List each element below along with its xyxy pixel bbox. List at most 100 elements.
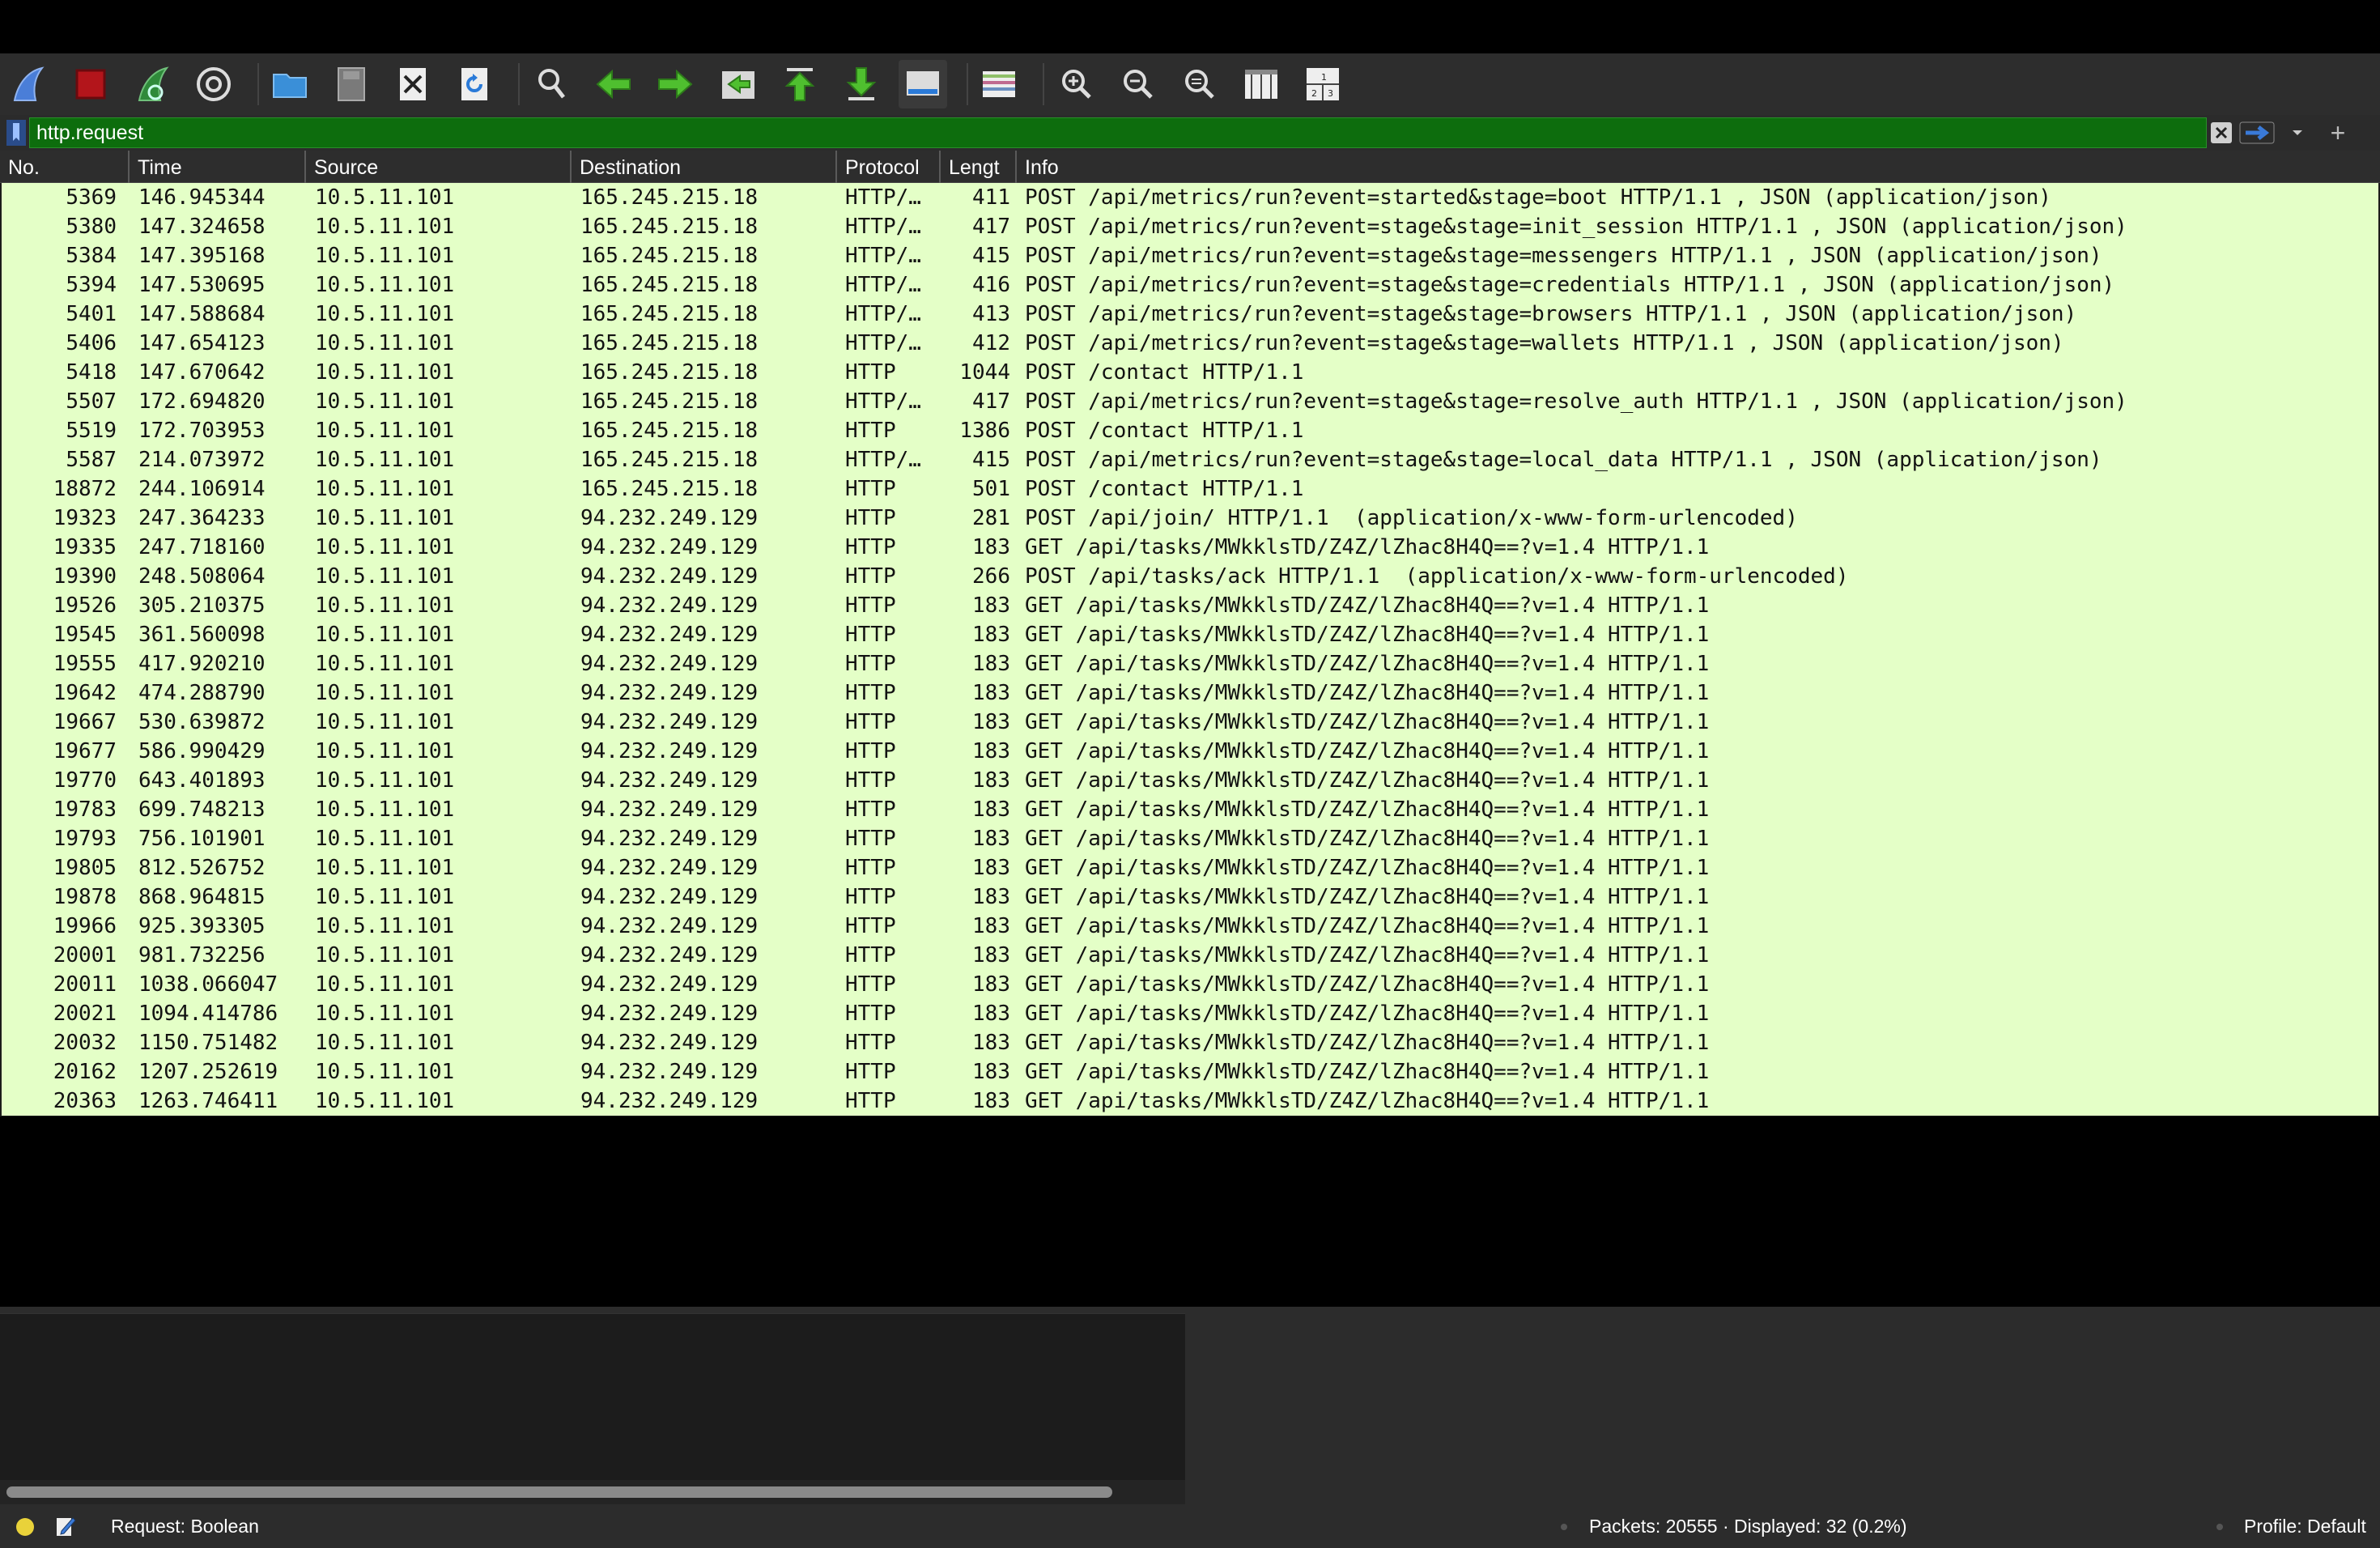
- filter-history-chevron-down-icon[interactable]: [2288, 123, 2307, 142]
- cell-length: 183: [972, 535, 1010, 559]
- restart-capture-icon[interactable]: [128, 60, 176, 108]
- packet-row[interactable]: 5519 172.703953 10.5.11.101 165.245.215.18 H…: [2, 416, 2378, 445]
- packet-row[interactable]: 19390 248.508064 10.5.11.101 94.232.249.129…: [2, 562, 2378, 591]
- packet-row[interactable]: 5380 147.324658 10.5.11.101 165.245.215.18 H…: [2, 212, 2378, 241]
- cell-info: GET /api/tasks/MWkklsTD/Z4Z/lZhac8H4Q==?…: [1025, 797, 1710, 822]
- cell-destination: 165.245.215.18: [580, 419, 759, 443]
- save-file-icon[interactable]: [327, 60, 376, 108]
- cell-protocol: HTTP: [845, 419, 896, 443]
- cell-length: 411: [972, 185, 1010, 210]
- horizontal-scrollbar[interactable]: [0, 1480, 1185, 1504]
- packet-details-pane[interactable]: [0, 1313, 1185, 1491]
- status-packet-count: Packets: 20555 · Displayed: 32 (0.2%): [1589, 1516, 1907, 1537]
- cell-destination: 94.232.249.129: [580, 593, 759, 618]
- add-filter-button-plus-icon[interactable]: +: [2323, 118, 2352, 147]
- packet-row[interactable]: 5401 147.588684 10.5.11.101 165.245.215.18 H…: [2, 300, 2378, 329]
- go-to-last-packet-icon[interactable]: [837, 60, 886, 108]
- auto-scroll-icon[interactable]: [899, 60, 947, 108]
- packet-row[interactable]: 19545 361.560098 10.5.11.101 94.232.249.129…: [2, 620, 2378, 649]
- apply-filter-icon[interactable]: [2239, 121, 2275, 144]
- packet-row[interactable]: 19966 925.393305 10.5.11.101 94.232.249.129…: [2, 912, 2378, 941]
- cell-time: 146.945344: [138, 185, 266, 210]
- packet-row[interactable]: 19526 305.210375 10.5.11.101 94.232.249.129…: [2, 591, 2378, 620]
- cell-length: 183: [972, 885, 1010, 909]
- reload-file-icon[interactable]: [450, 60, 499, 108]
- go-forward-icon[interactable]: [651, 60, 699, 108]
- column-header-source[interactable]: Source: [306, 151, 572, 183]
- scrollbar-thumb[interactable]: [6, 1486, 1112, 1498]
- cell-length: 415: [972, 244, 1010, 268]
- column-header-destination[interactable]: Destination: [572, 151, 837, 183]
- packet-row[interactable]: 19805 812.526752 10.5.11.101 94.232.249.129…: [2, 853, 2378, 882]
- cell-length: 183: [972, 710, 1010, 734]
- display-filter-input[interactable]: [29, 117, 2207, 148]
- column-header-info[interactable]: Info: [1017, 151, 2380, 183]
- packet-row[interactable]: 19770 643.401893 10.5.11.101 94.232.249.129…: [2, 766, 2378, 795]
- expert-info-indicator-icon[interactable]: [16, 1518, 34, 1536]
- cell-protocol: HTTP/…: [845, 244, 921, 268]
- cell-time: 147.588684: [138, 302, 266, 326]
- normal-size-icon[interactable]: [1175, 60, 1224, 108]
- go-back-icon[interactable]: [589, 60, 638, 108]
- packet-row[interactable]: 20032 1150.751482 10.5.11.101 94.232.249.12…: [2, 1028, 2378, 1057]
- packet-bytes-pane[interactable]: [1185, 1313, 2380, 1504]
- cell-protocol: HTTP: [845, 827, 896, 851]
- colorize-packet-list-icon[interactable]: [975, 60, 1023, 108]
- packet-row[interactable]: 18872 244.106914 10.5.11.101 165.245.215.18…: [2, 474, 2378, 504]
- column-header-no[interactable]: No.: [0, 151, 130, 183]
- zoom-out-icon[interactable]: [1114, 60, 1162, 108]
- packet-row[interactable]: 19555 417.920210 10.5.11.101 94.232.249.129…: [2, 649, 2378, 678]
- packet-row[interactable]: 20001 981.732256 10.5.11.101 94.232.249.129…: [2, 941, 2378, 970]
- go-to-first-packet-icon[interactable]: [776, 60, 824, 108]
- column-header-length[interactable]: Lengt: [941, 151, 1017, 183]
- packet-row[interactable]: 19677 586.990429 10.5.11.101 94.232.249.129…: [2, 737, 2378, 766]
- resize-columns-icon[interactable]: [1237, 60, 1286, 108]
- packet-row[interactable]: 20363 1263.746411 10.5.11.101 94.232.249.12…: [2, 1087, 2378, 1116]
- packet-row[interactable]: 20021 1094.414786 10.5.11.101 94.232.249.12…: [2, 999, 2378, 1028]
- capture-options-icon[interactable]: [189, 60, 238, 108]
- packet-row[interactable]: 5587 214.073972 10.5.11.101 165.245.215.18 H…: [2, 445, 2378, 474]
- clear-filter-icon[interactable]: [2210, 121, 2233, 144]
- packet-row[interactable]: 19323 247.364233 10.5.11.101 94.232.249.129…: [2, 504, 2378, 533]
- packet-row[interactable]: 20011 1038.066047 10.5.11.101 94.232.249.12…: [2, 970, 2378, 999]
- zoom-in-icon[interactable]: [1052, 60, 1101, 108]
- packet-row[interactable]: 5384 147.395168 10.5.11.101 165.245.215.18 H…: [2, 241, 2378, 270]
- find-packet-icon[interactable]: [528, 60, 576, 108]
- cell-protocol: HTTP: [845, 797, 896, 822]
- cell-protocol: HTTP/…: [845, 273, 921, 297]
- go-to-packet-icon[interactable]: [714, 60, 763, 108]
- packet-row[interactable]: 19335 247.718160 10.5.11.101 94.232.249.129…: [2, 533, 2378, 562]
- column-header-protocol[interactable]: Protocol: [837, 151, 941, 183]
- column-header-time[interactable]: Time: [130, 151, 306, 183]
- packet-row[interactable]: 20162 1207.252619 10.5.11.101 94.232.249.12…: [2, 1057, 2378, 1087]
- packet-row[interactable]: 5507 172.694820 10.5.11.101 165.245.215.18 H…: [2, 387, 2378, 416]
- cell-source: 10.5.11.101: [315, 739, 455, 763]
- packet-row[interactable]: 5394 147.530695 10.5.11.101 165.245.215.18 H…: [2, 270, 2378, 300]
- cell-time: 417.920210: [138, 652, 266, 676]
- packet-row[interactable]: 19878 868.964815 10.5.11.101 94.232.249.129…: [2, 882, 2378, 912]
- packet-row[interactable]: 19783 699.748213 10.5.11.101 94.232.249.129…: [2, 795, 2378, 824]
- packet-row[interactable]: 5418 147.670642 10.5.11.101 165.245.215.18 H…: [2, 358, 2378, 387]
- start-capture-icon[interactable]: [3, 60, 52, 108]
- cell-time: 361.560098: [138, 623, 266, 647]
- close-file-icon[interactable]: [389, 60, 437, 108]
- layout-panes-icon[interactable]: 123: [1298, 60, 1347, 108]
- cell-protocol: HTTP/…: [845, 389, 921, 414]
- packet-row[interactable]: 19667 530.639872 10.5.11.101 94.232.249.129…: [2, 708, 2378, 737]
- cell-no: 19323: [53, 506, 117, 530]
- packet-list[interactable]: No. Time Source Destination Protocol Len…: [0, 151, 2380, 1116]
- packet-row[interactable]: 5369 146.945344 10.5.11.101 165.245.215.18 H…: [2, 183, 2378, 212]
- packet-row[interactable]: 5406 147.654123 10.5.11.101 165.245.215.18 H…: [2, 329, 2378, 358]
- status-profile[interactable]: Profile: Default: [2244, 1504, 2366, 1548]
- cell-protocol: HTTP: [845, 506, 896, 530]
- filter-bookmark-icon[interactable]: [5, 118, 28, 147]
- packet-row[interactable]: 19793 756.101901 10.5.11.101 94.232.249.129…: [2, 824, 2378, 853]
- packet-row[interactable]: 19642 474.288790 10.5.11.101 94.232.249.129…: [2, 678, 2378, 708]
- cell-destination: 165.245.215.18: [580, 302, 759, 326]
- pane-splitter[interactable]: [0, 1307, 2380, 1313]
- cell-source: 10.5.11.101: [315, 389, 455, 414]
- open-file-icon[interactable]: [266, 60, 314, 108]
- stop-capture-icon[interactable]: [66, 60, 115, 108]
- cell-destination: 94.232.249.129: [580, 710, 759, 734]
- capture-comment-edit-icon[interactable]: [55, 1515, 76, 1537]
